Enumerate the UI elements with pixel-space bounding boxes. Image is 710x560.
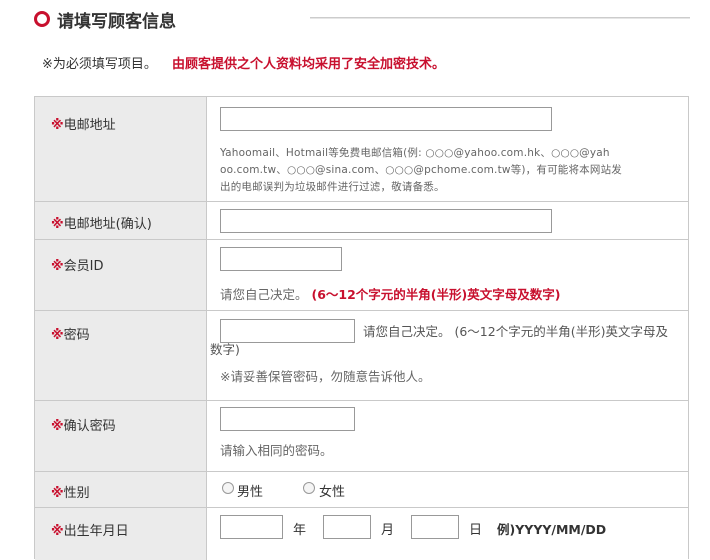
title-bullet-icon bbox=[34, 11, 50, 27]
birth-month-unit: 月 bbox=[381, 523, 395, 538]
birthdate-format-hint: 例)YYYY/MM/DD bbox=[497, 522, 607, 537]
title-divider bbox=[310, 17, 690, 19]
gender-male-label[interactable]: 男性 bbox=[237, 481, 263, 500]
required-note: ※为必须填写项目。 bbox=[42, 57, 157, 72]
birth-year-unit: 年 bbox=[293, 523, 307, 538]
password-help-line1: 请您自己决定。 (6～12个字元的半角(半形)英文字母及 bbox=[363, 324, 668, 339]
gender-label: ※性别 bbox=[51, 486, 90, 501]
password-safety-note: ※请妥善保管密码，勿随意告诉他人。 bbox=[220, 369, 431, 384]
password-confirm-input[interactable] bbox=[220, 407, 355, 431]
email-label: ※电邮地址 bbox=[51, 118, 116, 133]
email-confirm-input[interactable] bbox=[220, 209, 552, 233]
email-confirm-row: ※电邮地址(确认) bbox=[35, 202, 688, 240]
required-mark: ※ bbox=[51, 118, 64, 133]
gender-male-radio[interactable] bbox=[222, 482, 234, 494]
birthdate-row: ※出生年月日 年 月 日 例)YYYY/MM/DD bbox=[35, 508, 688, 560]
member-id-input[interactable] bbox=[220, 247, 342, 271]
password-label: ※密码 bbox=[51, 328, 90, 343]
password-input[interactable] bbox=[220, 319, 355, 343]
password-confirm-row: ※确认密码 请输入相同的密码。 bbox=[35, 401, 688, 472]
gender-female-label[interactable]: 女性 bbox=[319, 481, 345, 500]
page-title: 请填写顾客信息 bbox=[57, 12, 176, 32]
email-input[interactable] bbox=[220, 107, 552, 131]
member-id-help: 请您自己决定。 (6～12个字元的半角(半形)英文字母及数字) bbox=[220, 287, 561, 302]
birth-day-input[interactable] bbox=[411, 515, 459, 539]
password-confirm-label: ※确认密码 bbox=[51, 419, 116, 434]
gender-female-radio[interactable] bbox=[303, 482, 315, 494]
birth-day-unit: 日 bbox=[469, 523, 483, 538]
birth-month-input[interactable] bbox=[323, 515, 371, 539]
member-id-row: ※会员ID 请您自己决定。 (6～12个字元的半角(半形)英文字母及数字) bbox=[35, 240, 688, 311]
birthdate-label: ※出生年月日 bbox=[51, 524, 129, 539]
email-confirm-label: ※电邮地址(确认) bbox=[51, 217, 152, 232]
email-row: ※电邮地址 Yahoomail、Hotmail等免费电邮信箱(例: ○○○@ya… bbox=[35, 97, 688, 202]
password-confirm-help: 请输入相同的密码。 bbox=[220, 443, 333, 458]
password-help-line2: 数字) bbox=[210, 342, 240, 357]
email-help: Yahoomail、Hotmail等免费电邮信箱(例: ○○○@yahoo.co… bbox=[220, 147, 622, 193]
security-note: 由顾客提供之个人资料均采用了安全加密技术。 bbox=[172, 57, 446, 72]
birth-year-input[interactable] bbox=[220, 515, 283, 539]
password-row: ※密码 请您自己决定。 (6～12个字元的半角(半形)英文字母及 数字) ※请妥… bbox=[35, 311, 688, 401]
member-id-rule: (6～12个字元的半角(半形)英文字母及数字) bbox=[311, 287, 561, 302]
section-header: 请填写顾客信息 bbox=[0, 0, 710, 40]
gender-row: ※性别 男性 女性 bbox=[35, 472, 688, 508]
customer-info-form: ※电邮地址 Yahoomail、Hotmail等免费电邮信箱(例: ○○○@ya… bbox=[34, 96, 689, 560]
member-id-label: ※会员ID bbox=[51, 259, 104, 274]
